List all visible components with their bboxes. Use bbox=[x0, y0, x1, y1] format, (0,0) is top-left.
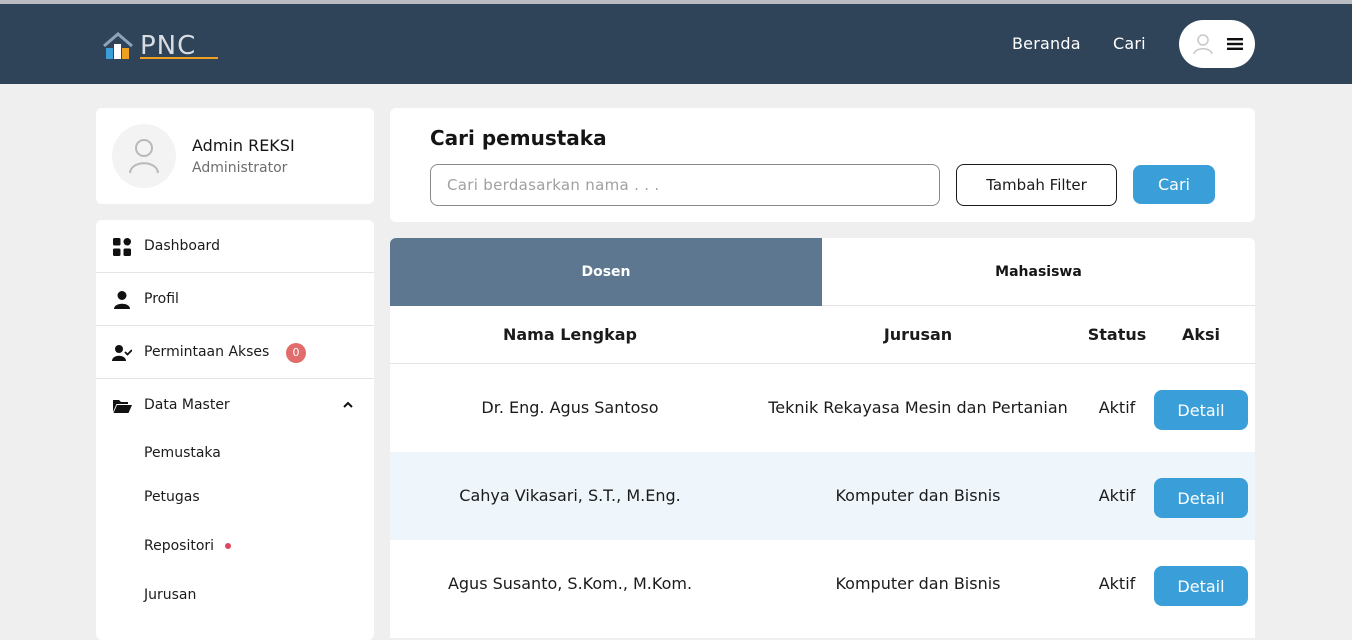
cell-jurusan: Teknik Rekayasa Mesin dan Pertanian bbox=[768, 398, 1068, 417]
detail-button[interactable]: Detail bbox=[1154, 566, 1248, 606]
cell-status: Aktif bbox=[1098, 486, 1136, 505]
sidebar-subitem-repositori[interactable]: Repositori bbox=[144, 538, 214, 554]
access-request-count-badge: 0 bbox=[286, 343, 306, 363]
profile-name: Admin REKSI bbox=[192, 136, 295, 155]
nav-beranda-link[interactable]: Beranda bbox=[1012, 34, 1081, 53]
avatar-user-icon bbox=[129, 139, 159, 174]
sidebar-subitem-pemustaka[interactable]: Pemustaka bbox=[144, 445, 221, 461]
cell-jurusan: Komputer dan Bisnis bbox=[835, 486, 1001, 505]
navbar: PNC Beranda Cari bbox=[0, 4, 1352, 84]
user-menu-button[interactable] bbox=[1179, 20, 1255, 68]
add-filter-button[interactable]: Tambah Filter bbox=[956, 164, 1117, 206]
tab-mahasiswa[interactable]: Mahasiswa bbox=[822, 238, 1255, 306]
user-check-icon bbox=[112, 345, 132, 361]
sidebar-item-label: Profil bbox=[144, 291, 179, 307]
profile-card: Admin REKSI Administrator bbox=[96, 108, 374, 204]
profile-role: Administrator bbox=[192, 160, 288, 176]
nav-cari-link[interactable]: Cari bbox=[1113, 34, 1146, 53]
column-header-nama: Nama Lengkap bbox=[502, 325, 637, 344]
dashboard-grid-icon bbox=[113, 238, 131, 256]
sidebar-item-label: Data Master bbox=[144, 397, 230, 413]
sidebar-item-label: Permintaan Akses bbox=[144, 344, 270, 360]
detail-button[interactable]: Detail bbox=[1154, 478, 1248, 518]
sidebar-subitem-jurusan[interactable]: Jurusan bbox=[144, 587, 196, 603]
sidebar-item-data-master[interactable]: Data Master bbox=[96, 379, 374, 432]
logo-text: PNC bbox=[140, 31, 196, 61]
avatar bbox=[112, 124, 176, 188]
column-header-jurusan: Jurusan bbox=[883, 325, 953, 344]
search-card: Cari pemustaka Tambah Filter Cari bbox=[390, 108, 1255, 222]
cell-jurusan: Komputer dan Bisnis bbox=[835, 574, 1001, 593]
sidebar-item-dashboard[interactable]: Dashboard bbox=[96, 220, 374, 273]
folder-open-icon bbox=[113, 400, 132, 413]
sidebar-menu: Dashboard Profil Permintaan Akses 0 Data… bbox=[96, 220, 374, 640]
table-row: Dr. Eng. Agus Santoso Teknik Rekayasa Me… bbox=[390, 364, 1255, 452]
table-row: Agus Susanto, S.Kom., M.Kom. Komputer da… bbox=[390, 540, 1255, 628]
results-table-card: Dosen Mahasiswa Nama Lengkap Jurusan Sta… bbox=[390, 238, 1255, 638]
table-row: Cahya Vikasari, S.T., M.Eng. Komputer da… bbox=[390, 452, 1255, 540]
chevron-up-icon[interactable] bbox=[342, 400, 354, 410]
search-button[interactable]: Cari bbox=[1133, 165, 1215, 204]
column-header-aksi: Aksi bbox=[1181, 325, 1221, 344]
pnc-logo[interactable]: PNC bbox=[100, 24, 225, 64]
cell-nama: Cahya Vikasari, S.T., M.Eng. bbox=[459, 486, 681, 505]
repositori-notification-dot bbox=[225, 543, 231, 549]
cell-status: Aktif bbox=[1098, 574, 1136, 593]
detail-button[interactable]: Detail bbox=[1154, 390, 1248, 430]
column-header-status: Status bbox=[1087, 325, 1147, 344]
sidebar-item-profil[interactable]: Profil bbox=[96, 273, 374, 326]
cell-nama: Agus Susanto, S.Kom., M.Kom. bbox=[447, 574, 693, 593]
sidebar-item-label: Dashboard bbox=[144, 238, 220, 254]
tab-dosen[interactable]: Dosen bbox=[390, 238, 822, 306]
search-input[interactable] bbox=[430, 164, 940, 206]
user-icon bbox=[114, 291, 130, 309]
user-icon bbox=[1193, 34, 1213, 55]
sidebar-item-permintaan-akses[interactable]: Permintaan Akses 0 bbox=[96, 326, 374, 379]
cell-nama: Dr. Eng. Agus Santoso bbox=[481, 398, 659, 417]
search-title: Cari pemustaka bbox=[430, 126, 607, 150]
sidebar-subitem-petugas[interactable]: Petugas bbox=[144, 489, 200, 505]
hamburger-menu-icon bbox=[1227, 38, 1243, 50]
cell-status: Aktif bbox=[1098, 398, 1136, 417]
